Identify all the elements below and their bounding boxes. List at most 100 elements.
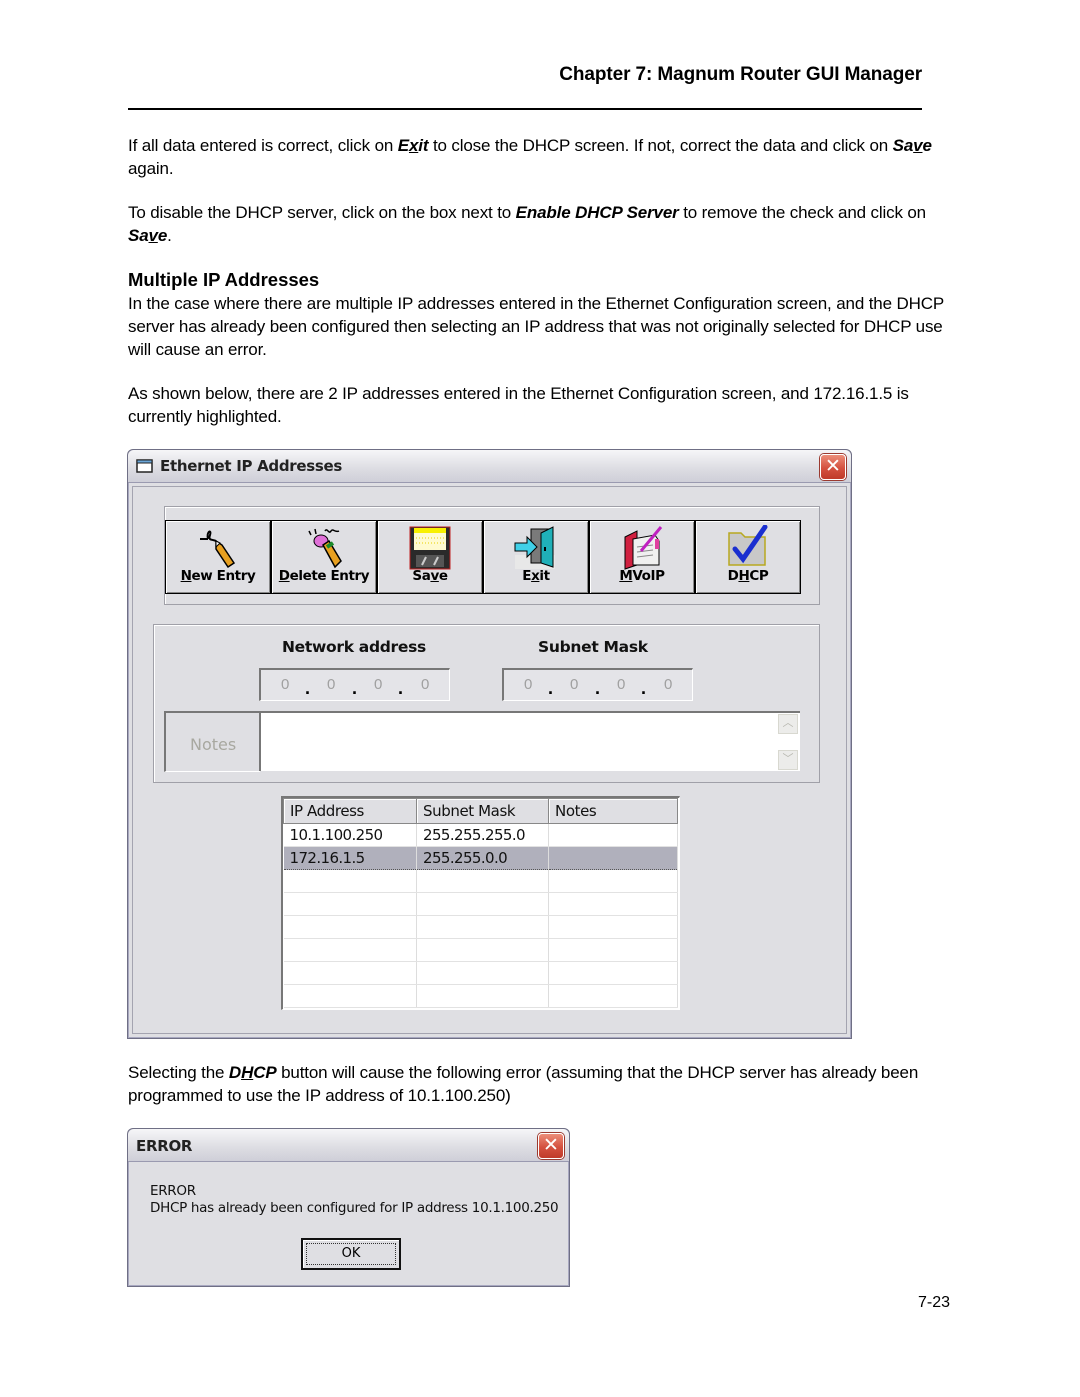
scroll-up-button[interactable]: ︿ xyxy=(778,714,798,734)
text: If all data entered is correct, click on xyxy=(128,136,398,155)
cell-subnet-mask[interactable] xyxy=(416,915,549,939)
paragraph-multiple-ip: In the case where there are multiple IP … xyxy=(128,294,944,359)
ok-label: OK xyxy=(306,1243,396,1265)
subnet-mask-input[interactable]: 0 . 0 . 0 . 0 xyxy=(502,668,693,701)
table-row[interactable] xyxy=(283,961,678,985)
octet-4[interactable]: 0 xyxy=(664,676,672,693)
save-keyword: Save xyxy=(892,136,932,155)
octet-separator: . xyxy=(595,678,601,698)
mvoip-button[interactable]: MVoIP xyxy=(589,520,695,594)
text: to remove the check and click on xyxy=(678,203,926,222)
cell-subnet-mask[interactable] xyxy=(416,984,549,1008)
network-address-label: Network address xyxy=(282,638,426,656)
delete-entry-label: Delete Entry xyxy=(278,568,370,584)
octet-1[interactable]: 0 xyxy=(524,676,532,693)
error-title-bar[interactable]: ERROR ✕ xyxy=(128,1129,569,1162)
cell-ip-address[interactable]: 172.16.1.5 xyxy=(283,846,417,870)
octet-2[interactable]: 0 xyxy=(570,676,578,693)
chapter-title: Chapter 7: Magnum Router GUI Manager xyxy=(559,64,922,85)
folder-check-icon xyxy=(728,525,768,566)
octet-3[interactable]: 0 xyxy=(374,676,382,693)
table-row[interactable] xyxy=(283,869,678,893)
notebook-pen-icon xyxy=(624,526,663,570)
octet-separator: . xyxy=(398,678,404,698)
exit-button[interactable]: Exit xyxy=(483,520,589,594)
notes-textarea[interactable]: ︿ ﹀ xyxy=(259,711,800,771)
octet-2[interactable]: 0 xyxy=(327,676,335,693)
ethernet-ip-addresses-window: Ethernet IP Addresses ✕ New Entry Delete… xyxy=(127,449,852,1039)
cell-subnet-mask[interactable]: 255.255.0.0 xyxy=(416,846,549,870)
cell-subnet-mask[interactable] xyxy=(416,869,549,893)
error-dialog-title: ERROR xyxy=(136,1137,193,1155)
exit-door-icon xyxy=(514,526,555,569)
save-label: Save xyxy=(412,568,448,584)
table-header-row: IP Address Subnet Mask Notes xyxy=(283,798,678,824)
close-icon: ✕ xyxy=(825,455,841,477)
cell-ip-address[interactable] xyxy=(283,892,417,916)
column-header-subnet-mask[interactable]: Subnet Mask xyxy=(416,798,549,824)
mvoip-label: MVoIP xyxy=(619,568,665,584)
error-close-button[interactable]: ✕ xyxy=(538,1133,564,1159)
subnet-mask-label: Subnet Mask xyxy=(538,638,648,656)
table-row[interactable]: 172.16.1.5 255.255.0.0 xyxy=(283,846,678,870)
dhcp-button[interactable]: DHCP xyxy=(695,520,801,594)
save-button[interactable]: Save xyxy=(377,520,483,594)
paragraph-disable-dhcp: To disable the DHCP server, click on the… xyxy=(128,201,968,247)
scroll-down-button[interactable]: ﹀ xyxy=(778,750,798,770)
table-row[interactable] xyxy=(283,984,678,1008)
window-title: Ethernet IP Addresses xyxy=(160,457,343,475)
table-row[interactable]: 10.1.100.250 255.255.255.0 xyxy=(283,823,678,847)
new-entry-button[interactable]: New Entry xyxy=(165,520,271,594)
octet-separator: . xyxy=(548,678,554,698)
new-entry-label: New Entry xyxy=(180,568,256,584)
cell-ip-address[interactable]: 10.1.100.250 xyxy=(283,823,417,847)
octet-1[interactable]: 0 xyxy=(281,676,289,693)
save-keyword: Save xyxy=(128,226,168,245)
table-row[interactable] xyxy=(283,915,678,939)
error-dialog: ERROR ✕ ERROR DHCP has already been conf… xyxy=(127,1128,570,1287)
text: . xyxy=(167,226,172,245)
octet-4[interactable]: 0 xyxy=(421,676,429,693)
error-heading: ERROR xyxy=(150,1183,196,1199)
text: Selecting the xyxy=(128,1063,229,1082)
title-bar[interactable]: Ethernet IP Addresses ✕ xyxy=(128,450,851,483)
error-message: DHCP has already been configured for IP … xyxy=(150,1200,559,1216)
cell-ip-address[interactable] xyxy=(283,915,417,939)
network-address-input[interactable]: 0 . 0 . 0 . 0 xyxy=(259,668,450,701)
notes-label-box: Notes xyxy=(164,711,260,772)
cell-subnet-mask[interactable]: 255.255.255.0 xyxy=(416,823,549,847)
octet-3[interactable]: 0 xyxy=(617,676,625,693)
cell-notes[interactable] xyxy=(548,915,678,939)
pencil-erase-icon xyxy=(308,528,342,569)
cell-ip-address[interactable] xyxy=(283,869,417,893)
paragraph-exit-save: If all data entered is correct, click on… xyxy=(128,134,968,180)
dhcp-keyword: DHCP xyxy=(228,1063,277,1082)
table-row[interactable] xyxy=(283,892,678,916)
enable-dhcp-keyword: Enable DHCP Server xyxy=(515,203,679,222)
cell-subnet-mask[interactable] xyxy=(416,938,549,962)
cell-ip-address[interactable] xyxy=(283,961,417,985)
cell-notes[interactable] xyxy=(548,869,678,893)
cell-notes[interactable] xyxy=(548,984,678,1008)
ok-button[interactable]: OK xyxy=(301,1238,401,1270)
cell-subnet-mask[interactable] xyxy=(416,961,549,985)
column-header-notes[interactable]: Notes xyxy=(548,798,678,824)
cell-notes[interactable] xyxy=(548,823,678,847)
column-header-ip-address[interactable]: IP Address xyxy=(283,798,417,824)
header-divider xyxy=(128,108,922,110)
ip-address-table[interactable]: IP Address Subnet Mask Notes 10.1.100.25… xyxy=(281,796,680,1010)
cell-notes[interactable] xyxy=(548,846,678,870)
cell-notes[interactable] xyxy=(548,938,678,962)
table-row[interactable] xyxy=(283,938,678,962)
delete-entry-button[interactable]: Delete Entry xyxy=(271,520,377,594)
text: to close the DHCP screen. If not, correc… xyxy=(428,136,893,155)
cell-ip-address[interactable] xyxy=(283,984,417,1008)
cell-notes[interactable] xyxy=(548,961,678,985)
cell-subnet-mask[interactable] xyxy=(416,892,549,916)
cell-ip-address[interactable] xyxy=(283,938,417,962)
chevron-down-icon: ﹀ xyxy=(782,753,794,765)
cell-notes[interactable] xyxy=(548,892,678,916)
close-button[interactable]: ✕ xyxy=(820,454,846,480)
octet-separator: . xyxy=(352,678,358,698)
octet-separator: . xyxy=(305,678,311,698)
